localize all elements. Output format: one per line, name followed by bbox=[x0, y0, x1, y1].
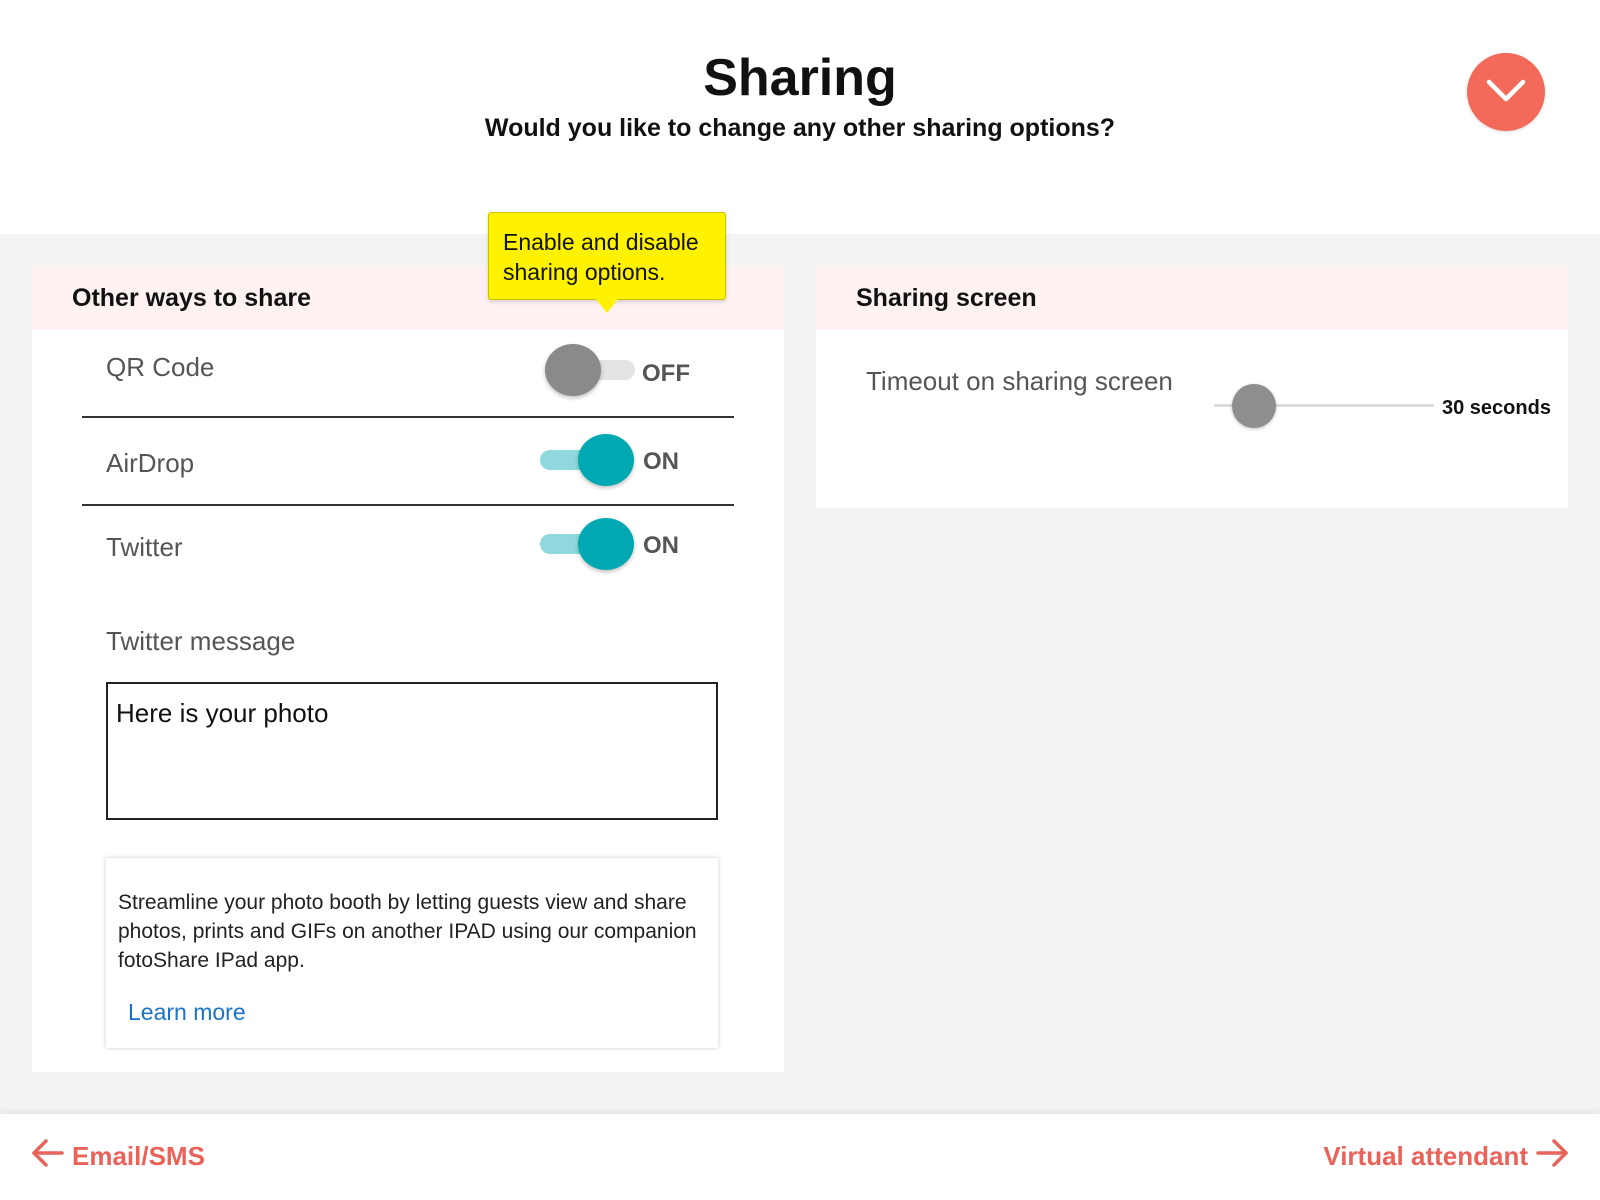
page-title: Sharing bbox=[703, 49, 897, 107]
twitter-row: Twitter ON bbox=[82, 506, 734, 586]
twitter-toggle[interactable] bbox=[540, 518, 640, 570]
toggle-knob bbox=[578, 518, 634, 570]
footer-nav: Email/SMS Virtual attendant bbox=[0, 1114, 1600, 1200]
twitter-state: ON bbox=[643, 532, 679, 559]
chevron-down-icon bbox=[1485, 78, 1527, 107]
toggle-knob bbox=[578, 434, 634, 486]
collapse-button[interactable] bbox=[1467, 53, 1545, 131]
sharing-screen-heading: Sharing screen bbox=[816, 266, 1568, 330]
info-text: Streamline your photo booth by letting g… bbox=[118, 891, 697, 972]
timeout-value: 30 seconds bbox=[1442, 397, 1551, 419]
tooltip-arrow bbox=[596, 299, 618, 313]
slider-thumb[interactable] bbox=[1232, 384, 1277, 428]
qr-code-row: QR Code OFF bbox=[82, 330, 734, 418]
timeout-label: Timeout on sharing screen bbox=[866, 366, 1173, 396]
tooltip: Enable and disable sharing options. bbox=[488, 212, 726, 300]
airdrop-state: ON bbox=[643, 448, 679, 475]
prev-nav-button[interactable]: Email/SMS bbox=[30, 1138, 205, 1175]
arrow-left-icon bbox=[30, 1138, 64, 1175]
page-subtitle: Would you like to change any other shari… bbox=[484, 114, 1116, 142]
sharing-screen-panel: Sharing screen Timeout on sharing screen… bbox=[816, 266, 1568, 508]
qr-code-state: OFF bbox=[642, 360, 690, 387]
header: Sharing Would you like to change any oth… bbox=[0, 0, 1600, 234]
airdrop-row: AirDrop ON bbox=[82, 418, 734, 506]
learn-more-link[interactable]: Learn more bbox=[128, 999, 246, 1026]
airdrop-toggle[interactable] bbox=[540, 434, 640, 486]
qr-code-label: QR Code bbox=[106, 352, 215, 382]
twitter-label: Twitter bbox=[106, 532, 183, 562]
arrow-right-icon bbox=[1536, 1138, 1570, 1175]
twitter-message-input[interactable] bbox=[106, 682, 718, 820]
airdrop-label: AirDrop bbox=[106, 448, 195, 478]
toggle-knob bbox=[545, 344, 601, 396]
next-nav-label: Virtual attendant bbox=[1323, 1141, 1528, 1171]
timeout-slider[interactable] bbox=[1214, 384, 1434, 428]
other-ways-panel: Other ways to share QR Code OFF AirDrop … bbox=[32, 266, 784, 1072]
info-card: Streamline your photo booth by letting g… bbox=[106, 858, 718, 1048]
qr-code-toggle[interactable] bbox=[545, 344, 645, 396]
settings-area: Other ways to share QR Code OFF AirDrop … bbox=[0, 212, 1600, 1114]
sharing-page: Sharing Would you like to change any oth… bbox=[0, 0, 1600, 1200]
twitter-message-label: Twitter message bbox=[106, 626, 296, 656]
next-nav-button[interactable]: Virtual attendant bbox=[1323, 1138, 1570, 1175]
prev-nav-label: Email/SMS bbox=[72, 1141, 205, 1171]
